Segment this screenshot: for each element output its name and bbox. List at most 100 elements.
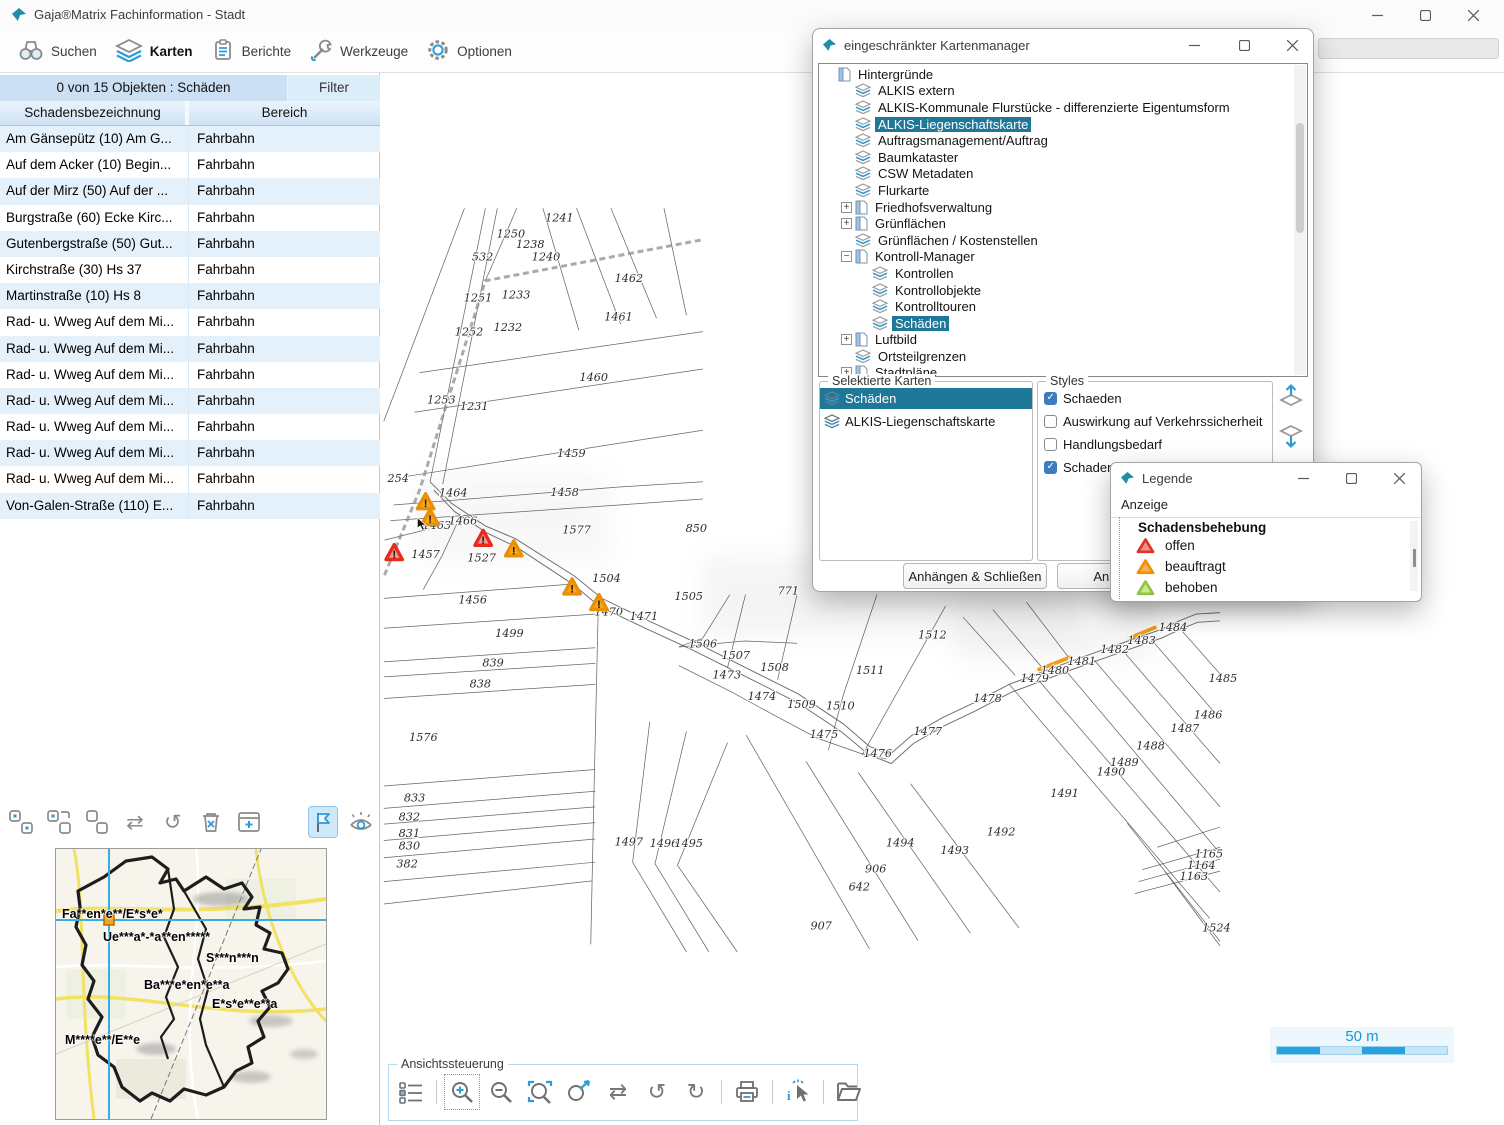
column-header-schadensbezeichnung[interactable]: Schadensbezeichnung bbox=[0, 101, 189, 125]
legend-title-bar[interactable]: Legende bbox=[1111, 463, 1421, 493]
tree-item[interactable]: CSW Metadaten bbox=[821, 166, 1293, 183]
tree-expander[interactable] bbox=[841, 102, 852, 113]
visibility-eye-icon[interactable] bbox=[346, 806, 376, 838]
maximize-icon[interactable] bbox=[1408, 4, 1442, 26]
table-row[interactable]: Rad- u. Wweg Auf dem Mi... Fahrbahn bbox=[0, 362, 380, 388]
table-column-headers[interactable]: Schadensbezeichnung Bereich bbox=[0, 101, 380, 126]
legend-maximize-icon[interactable] bbox=[1334, 467, 1368, 489]
table-row[interactable]: Rad- u. Wweg Auf dem Mi... Fahrbahn bbox=[0, 466, 380, 492]
tree-item[interactable]: Kontrolltouren bbox=[821, 298, 1293, 315]
reports-button[interactable]: Berichte bbox=[211, 38, 292, 65]
zoom-window-icon[interactable] bbox=[524, 1076, 556, 1108]
tree-expander[interactable]: + bbox=[841, 218, 852, 229]
layer-move-down-icon[interactable] bbox=[1277, 423, 1305, 454]
refresh-view-icon[interactable]: ⇄ bbox=[602, 1076, 634, 1108]
dialog-minimize-icon[interactable] bbox=[1177, 34, 1211, 56]
new-window-icon[interactable] bbox=[234, 806, 264, 838]
dialog-maximize-icon[interactable] bbox=[1227, 34, 1261, 56]
tree-expander[interactable] bbox=[858, 285, 869, 296]
menu-anzeige[interactable]: Anzeige bbox=[1121, 493, 1168, 517]
zoom-out-icon[interactable] bbox=[485, 1076, 517, 1108]
tree-item[interactable]: + Luftbild bbox=[821, 332, 1293, 349]
tools-button[interactable]: Werkzeuge bbox=[309, 38, 408, 65]
select-none-icon[interactable] bbox=[82, 806, 112, 838]
select-all-icon[interactable] bbox=[6, 806, 36, 838]
tree-item[interactable]: Flurkarte bbox=[821, 182, 1293, 199]
selected-map-item[interactable]: Schäden bbox=[820, 388, 1032, 409]
legend-close-icon[interactable] bbox=[1382, 467, 1416, 489]
layer-tree[interactable]: Hintergründe ALKIS extern bbox=[818, 63, 1308, 377]
tree-expander[interactable] bbox=[858, 318, 869, 329]
table-row[interactable]: Gutenbergstraße (50) Gut... Fahrbahn bbox=[0, 231, 380, 257]
print-icon[interactable] bbox=[731, 1076, 763, 1108]
undo-view-icon[interactable]: ↺ bbox=[641, 1076, 673, 1108]
tree-item[interactable]: − Kontroll-Manager bbox=[821, 249, 1293, 266]
tree-item[interactable]: + Friedhofsverwaltung bbox=[821, 199, 1293, 216]
tree-item[interactable]: Baumkataster bbox=[821, 149, 1293, 166]
tree-expander[interactable] bbox=[841, 135, 852, 146]
tree-item[interactable]: ALKIS-Liegenschaftskarte bbox=[821, 116, 1293, 133]
style-option[interactable]: Handlungsbedarf bbox=[1044, 434, 1272, 454]
tree-item[interactable]: Kontrollen bbox=[821, 265, 1293, 282]
tree-item[interactable]: ALKIS extern bbox=[821, 83, 1293, 100]
dialog-close-icon[interactable] bbox=[1275, 34, 1309, 56]
options-button[interactable]: Optionen bbox=[426, 38, 512, 65]
legend-minimize-icon[interactable] bbox=[1286, 467, 1320, 489]
tree-expander[interactable] bbox=[824, 69, 835, 80]
tree-expander[interactable]: + bbox=[841, 334, 852, 345]
table-row[interactable]: Rad- u. Wweg Auf dem Mi... Fahrbahn bbox=[0, 309, 380, 335]
tree-item[interactable]: ALKIS-Kommunale Flurstücke - differenzie… bbox=[821, 99, 1293, 116]
tree-expander[interactable] bbox=[841, 85, 852, 96]
refresh-selection-icon[interactable]: ⇄ bbox=[120, 806, 150, 838]
tree-expander[interactable] bbox=[841, 235, 852, 246]
maps-button[interactable]: Karten bbox=[115, 38, 193, 65]
style-option[interactable]: Schaeden bbox=[1044, 388, 1272, 408]
table-row[interactable]: Rad- u. Wweg Auf dem Mi... Fahrbahn bbox=[0, 336, 380, 362]
close-icon[interactable] bbox=[1456, 4, 1490, 26]
style-checkbox[interactable] bbox=[1044, 415, 1057, 428]
table-row[interactable]: Auf dem Acker (10) Begin... Fahrbahn bbox=[0, 152, 380, 178]
table-row[interactable]: Rad- u. Wweg Auf dem Mi... Fahrbahn bbox=[0, 414, 380, 440]
table-row[interactable]: Von-Galen-Straße (110) E... Fahrbahn bbox=[0, 493, 380, 519]
tree-item[interactable]: Kontrollobjekte bbox=[821, 282, 1293, 299]
selected-map-item[interactable]: ALKIS-Liegenschaftskarte bbox=[820, 411, 1032, 432]
tree-scrollbar[interactable] bbox=[1294, 65, 1306, 375]
identify-icon[interactable]: i bbox=[782, 1076, 814, 1108]
search-button[interactable]: Suchen bbox=[18, 38, 97, 65]
zoom-extent-icon[interactable] bbox=[563, 1076, 595, 1108]
redo-view-icon[interactable]: ↻ bbox=[680, 1076, 712, 1108]
table-row[interactable]: Burgstraße (60) Ecke Kirc... Fahrbahn bbox=[0, 205, 380, 231]
style-checkbox[interactable] bbox=[1044, 392, 1057, 405]
select-partial-icon[interactable] bbox=[44, 806, 74, 838]
tree-expander[interactable] bbox=[858, 301, 869, 312]
tree-expander[interactable] bbox=[841, 185, 852, 196]
table-row[interactable]: Rad- u. Wweg Auf dem Mi... Fahrbahn bbox=[0, 440, 380, 466]
zoom-in-icon[interactable] bbox=[446, 1076, 478, 1108]
style-option[interactable]: Auswirkung auf Verkehrssicherheit bbox=[1044, 411, 1272, 431]
layer-move-up-icon[interactable] bbox=[1277, 383, 1305, 414]
open-folder-icon[interactable] bbox=[833, 1076, 865, 1108]
style-checkbox[interactable] bbox=[1044, 461, 1057, 474]
tree-expander[interactable] bbox=[841, 168, 852, 179]
undo-selection-icon[interactable]: ↺ bbox=[158, 806, 188, 838]
filter-button[interactable]: Filter bbox=[287, 75, 380, 101]
object-list-icon[interactable] bbox=[395, 1076, 427, 1108]
tree-item[interactable]: Hintergründe bbox=[821, 66, 1293, 83]
tree-expander[interactable] bbox=[841, 119, 852, 130]
tree-expander[interactable] bbox=[841, 152, 852, 163]
table-row[interactable]: Martinstraße (10) Hs 8 Fahrbahn bbox=[0, 283, 380, 309]
table-row[interactable]: Rad- u. Wweg Auf dem Mi... Fahrbahn bbox=[0, 388, 380, 414]
column-header-bereich[interactable]: Bereich bbox=[189, 101, 380, 125]
tree-expander[interactable] bbox=[841, 351, 852, 362]
overview-map[interactable]: Fa**en*e**/E*s*e* Ue***a*-*a**en***** S*… bbox=[55, 848, 327, 1120]
tree-expander[interactable]: − bbox=[841, 251, 852, 262]
legend-scrollbar[interactable] bbox=[1410, 521, 1418, 591]
tree-expander[interactable] bbox=[858, 268, 869, 279]
tree-expander[interactable]: + bbox=[841, 202, 852, 213]
minimize-icon[interactable] bbox=[1360, 4, 1394, 26]
tree-item[interactable]: + Grünflächen bbox=[821, 215, 1293, 232]
tree-item[interactable]: Schäden bbox=[821, 315, 1293, 332]
delete-selection-icon[interactable] bbox=[196, 806, 226, 838]
tree-item[interactable]: Ortsteilgrenzen bbox=[821, 348, 1293, 365]
table-row[interactable]: Auf der Mirz (50) Auf der ... Fahrbahn bbox=[0, 178, 380, 204]
